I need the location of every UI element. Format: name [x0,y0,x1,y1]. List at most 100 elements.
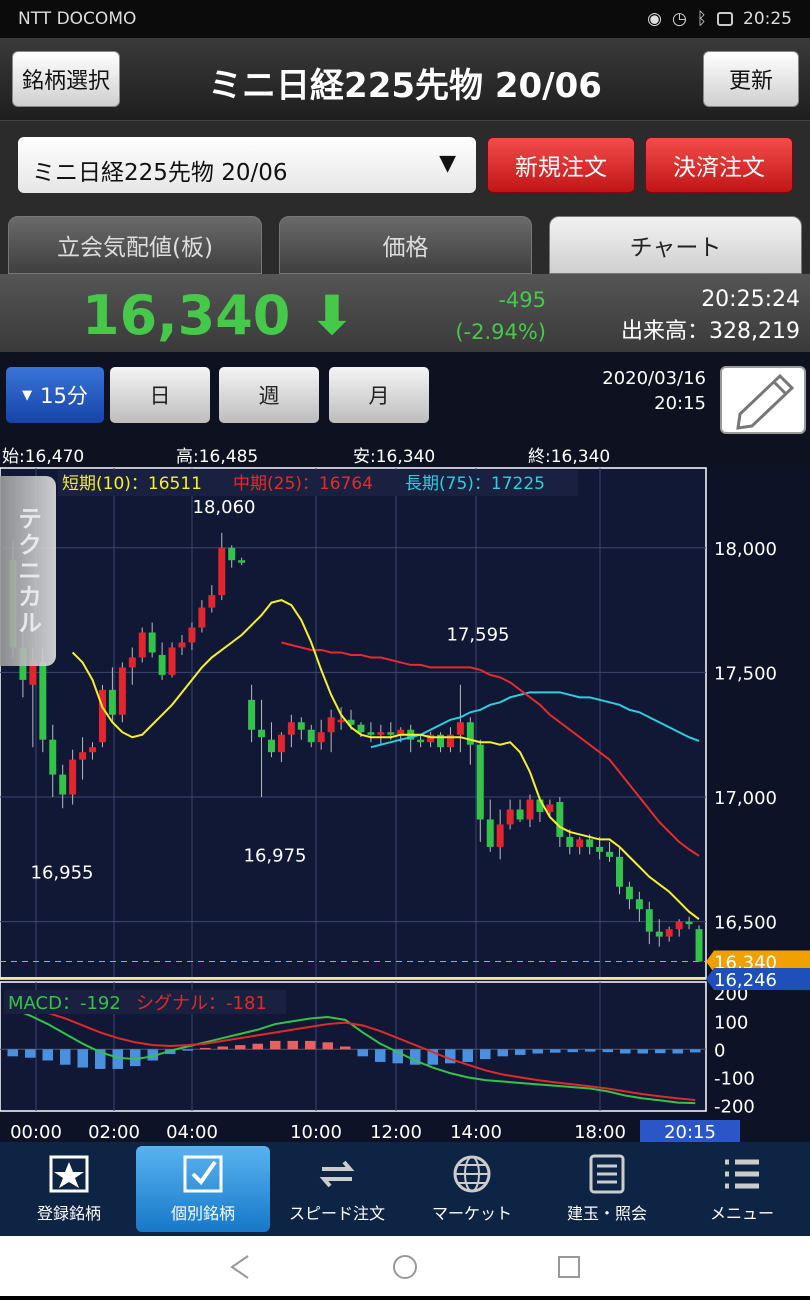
nav-positions[interactable]: 建玉・照会 [540,1146,674,1232]
technical-side-tab[interactable]: テクニカル [0,476,56,666]
eye-icon: ◉ [647,9,662,29]
candle-body [566,836,574,847]
x-tick-label: 02:00 [88,1122,140,1142]
refresh-button[interactable]: 更新 [703,51,799,107]
nav-speed-order[interactable]: スピード注文 [270,1146,404,1232]
candle-body [476,744,484,820]
candle-body [695,929,703,962]
macd-histogram-bar [340,1046,351,1050]
candle-body [158,654,166,675]
candle-body [456,722,464,735]
candle-body [665,929,673,937]
recents-icon[interactable] [558,1256,580,1278]
legend-short-ma: 短期(10)：16511 [62,474,202,494]
swap-arrows-icon [316,1154,358,1194]
candle-body [188,627,196,643]
back-icon[interactable] [230,1255,249,1279]
current-time-label: 20:15 [664,1122,716,1142]
volume: 出来高：328,219 [621,319,800,344]
candle-body [685,921,693,925]
x-tick-label: 00:00 [10,1122,62,1142]
price-change: -495 (-2.94%) [420,284,546,348]
candle-body [327,717,335,733]
macd-histogram-bar [620,1049,631,1054]
ohlc-low: 安:16,340 [353,447,436,467]
candle-body [357,724,365,733]
candle-body [89,747,96,753]
macd-tick-label: -100 [714,1068,755,1089]
system-nav-icons [230,1255,580,1279]
candle-body [506,809,514,825]
price-annotation: 16,955 [31,862,94,883]
ohlc-readout: 始:16,470 高:16,485 安:16,340 終:16,340 [0,442,810,467]
period-dropdown-icon: ▼ [22,387,33,403]
macd-histogram-bar [690,1049,701,1053]
macd-histogram-bar [637,1049,648,1054]
symbol-dropdown[interactable]: ミニ日経225先物 20/06 ▼ [18,137,476,193]
macd-histogram-bar [550,1049,561,1053]
nav-speed-order-label: スピード注文 [288,1204,385,1223]
home-icon[interactable] [393,1255,417,1279]
candle-body [258,729,266,738]
tab-order-book[interactable]: 立会気配値(板) [8,216,262,274]
x-tick-label: 04:00 [166,1122,218,1142]
bluetooth-icon: ᛒ [696,9,707,29]
period-week-button[interactable]: 週 [219,367,319,423]
period-day-button[interactable]: 日 [110,367,210,423]
macd-histogram-bar [515,1049,526,1055]
ohlc-open: 始:16,470 [2,447,85,467]
legend-long-ma: 長期(75)：17225 [405,474,545,494]
candle-body [178,642,186,648]
stock-select-button[interactable]: 銘柄選択 [12,51,120,107]
macd-histogram-bar [182,1049,193,1051]
macd-histogram-bar [322,1042,333,1050]
macd-histogram-bar [357,1049,368,1057]
candle-body [59,774,67,795]
macd-histogram-bar [585,1049,596,1052]
chart-canvas[interactable]: 00:00 02:00 04:00 10:00 12:00 14:00 18:00 18,00… [0,466,810,1143]
macd-histogram-bar [305,1040,316,1050]
tab-chart[interactable]: チャート [549,216,802,274]
price-annotation: 17,595 [447,625,510,646]
period-month-button[interactable]: 月 [329,367,429,423]
last-price-value: 16,340 [82,284,291,347]
nav-menu-label: メニュー [709,1204,774,1223]
last-price: 16,340 ⬇ [82,284,354,347]
period-15min-label: 15分 [40,384,88,408]
candle-body [208,595,216,608]
candle-body [148,632,156,653]
price-change-percent: (-2.94%) [455,320,546,344]
nav-menu[interactable]: メニュー [675,1146,809,1232]
candle-body [635,899,643,910]
star-icon [48,1154,90,1194]
drawing-tool-button[interactable] [720,366,806,434]
macd-histogram-bar [235,1045,246,1050]
nav-watchlist-label: 登録銘柄 [36,1204,101,1223]
new-order-button[interactable]: 新規注文 [487,137,635,193]
macd-histogram-bar [375,1049,386,1062]
nav-market[interactable]: マーケット [405,1146,539,1232]
settle-order-button[interactable]: 決済注文 [645,137,793,193]
price-change-value: -495 [498,288,546,312]
macd-histogram-bar [252,1043,263,1050]
symbol-dropdown-value: ミニ日経225先物 20/06 [32,160,288,186]
price-chart[interactable]: 00:00 02:00 04:00 10:00 12:00 14:00 18:00 18,00… [0,466,810,1143]
candle-body [606,851,614,857]
page-title: ミニ日経225先物 20/06 [208,66,602,106]
candle-body [387,732,395,735]
candle-body [317,732,325,743]
period-15min-button[interactable]: ▼ 15分 [6,367,104,423]
x-tick-label: 12:00 [370,1122,422,1142]
globe-icon [451,1154,493,1194]
nav-watchlist[interactable]: 登録銘柄 [2,1146,136,1232]
nav-individual-stock[interactable]: 個別銘柄 [136,1146,270,1232]
macd-histogram-bar [655,1049,666,1054]
order-bar: ミニ日経225先物 20/06 ▼ 新規注文 決済注文 [0,120,810,212]
tab-price[interactable]: 価格 [279,216,532,274]
candle-body [238,560,246,563]
candle-body [268,739,275,753]
candle-body [218,547,226,596]
macd-histogram-bar [270,1040,281,1050]
signal-legend: シグナル：-181 [136,993,267,1014]
x-tick-label: 18:00 [574,1122,626,1142]
